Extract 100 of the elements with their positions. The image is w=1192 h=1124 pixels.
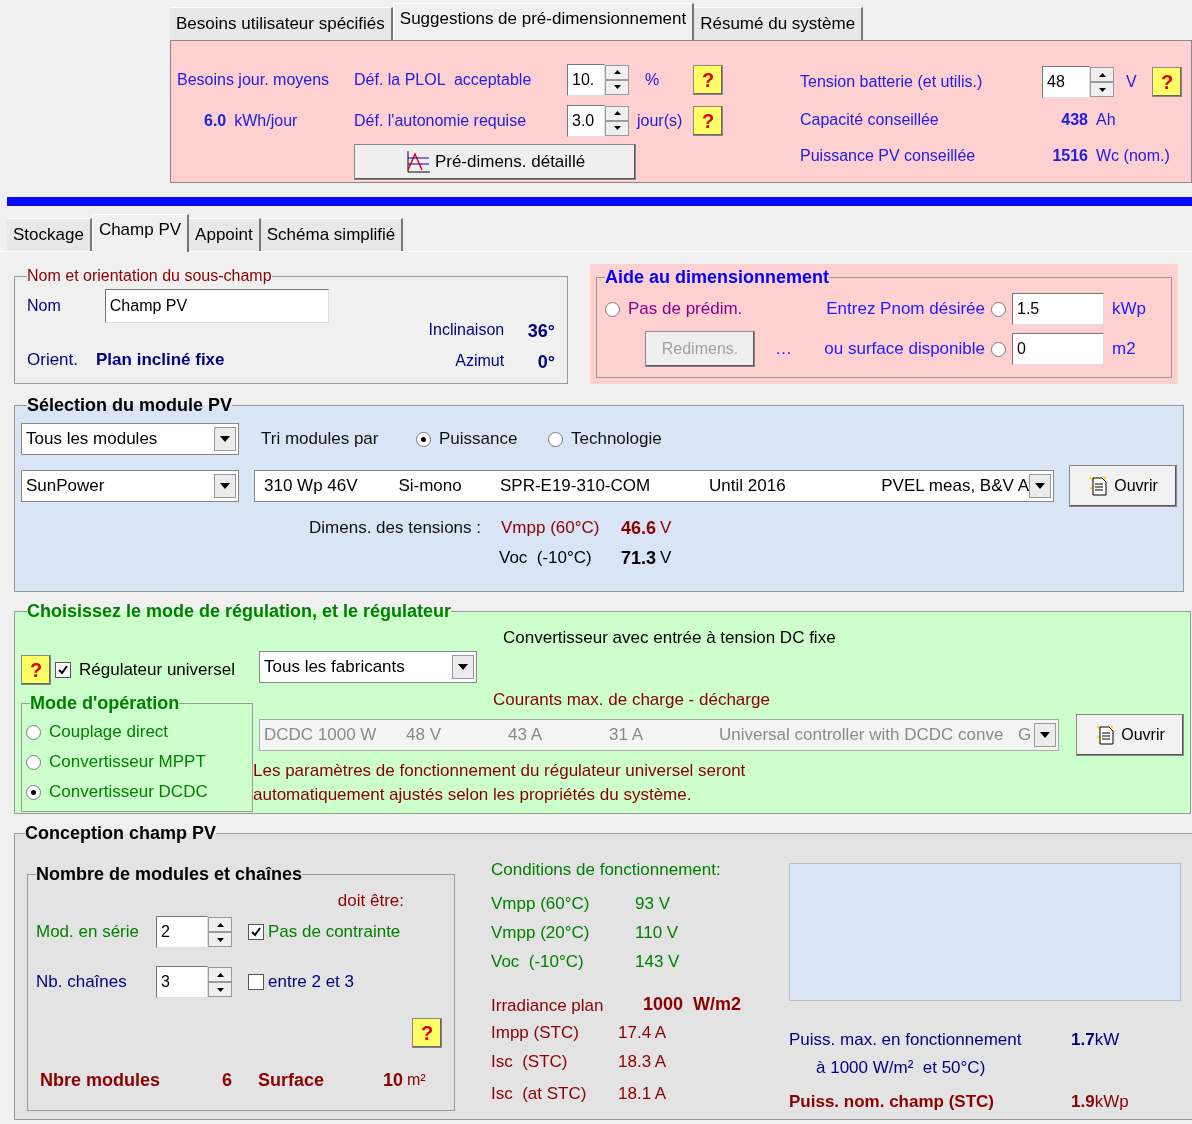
up-triangle-icon: [613, 111, 621, 115]
daily-needs-label: Besoins jour. moyens: [177, 69, 331, 90]
spin-down-button[interactable]: [208, 932, 232, 947]
series-label: Mod. en série: [36, 921, 140, 944]
help-button[interactable]: ?: [412, 1018, 442, 1048]
capacity-value: 438: [1060, 110, 1088, 130]
current-label: Isc (at STC): [491, 1083, 588, 1106]
orientation-value: Plan incliné fixe: [96, 348, 225, 371]
surface-unit: m2: [1111, 338, 1136, 361]
surface-field[interactable]: 0: [1012, 333, 1104, 365]
controller-manufacturer-dropdown[interactable]: Tous les fabricants: [259, 651, 477, 683]
radio-button[interactable]: [26, 754, 41, 770]
days-unit: jour(s): [635, 110, 684, 131]
module-filter-dropdown[interactable]: Tous les modules: [21, 423, 239, 455]
info-text: Les paramètres de fonctionnement du régulateur universel seront automatiquement ajustés selon les propriétés du système.: [253, 760, 747, 806]
current-label: Impp (STC): [491, 1021, 580, 1044]
irradiance-value: 1000 W/m2: [643, 993, 742, 1016]
tab[interactable]: Appoint: [189, 218, 261, 251]
radio-button[interactable]: [26, 784, 41, 800]
help-button[interactable]: ?: [21, 655, 51, 685]
down-triangle-icon: [216, 987, 224, 992]
up-triangle-icon: [216, 972, 224, 977]
help-button[interactable]: ?: [693, 105, 723, 136]
module-count-value: 6: [222, 1068, 233, 1092]
power-unit: kWp: [1111, 298, 1146, 321]
plol-field[interactable]: 10.: [567, 63, 605, 96]
orientation-label: Orient.: [27, 348, 79, 371]
tab[interactable]: Champ PV: [91, 214, 190, 252]
detailed-presizing-button[interactable]: Pré-dimens. détaillé: [354, 143, 636, 180]
voc-value: 71.3: [621, 546, 657, 570]
caret-icon: [1034, 723, 1056, 747]
voltage-sizing-label: Dimens. des tensions :: [308, 517, 481, 540]
tab[interactable]: Stockage: [7, 218, 92, 251]
radio-button[interactable]: [26, 724, 41, 740]
manufacturer-dropdown[interactable]: SunPower: [21, 470, 239, 502]
help-button[interactable]: ?: [1152, 67, 1182, 97]
conditions-title: Conditions de fonctionnement:: [491, 859, 722, 881]
group-title: Aide au dimensionnement: [605, 266, 830, 289]
autonomy-label: Déf. l'autonomie requise: [354, 110, 528, 131]
condition-value: 143 V: [635, 951, 680, 973]
radio-button[interactable]: [416, 431, 431, 447]
option-label: ou surface disponible: [823, 338, 985, 361]
surface-unit: m²: [406, 1070, 426, 1090]
max-power-conditions: à 1000 W/m² et 50°C): [815, 1057, 987, 1079]
up-triangle-icon: [613, 70, 621, 74]
power-field[interactable]: 1.5: [1012, 293, 1104, 325]
vmpp-label: Vmpp (60°C): [501, 517, 601, 540]
radio-button[interactable]: [605, 301, 620, 317]
spin-up-button[interactable]: [1090, 67, 1114, 82]
azimuth-value: 0°: [536, 351, 555, 374]
condition-label: Voc (-10°C): [491, 951, 585, 973]
radio-button[interactable]: [991, 301, 1006, 317]
nominal-power-value: 1.9: [1071, 1091, 1095, 1114]
radio-button[interactable]: [548, 431, 563, 447]
down-triangle-icon: [1098, 87, 1106, 92]
name-label: Nom: [27, 296, 61, 316]
pv-power-unit: Wc (nom.): [1095, 146, 1170, 166]
checkbox[interactable]: [55, 662, 71, 678]
tab[interactable]: Suggestions de pré-dimensionnement: [392, 3, 695, 41]
tab[interactable]: Besoins utilisateur spécifiés: [170, 7, 393, 40]
azimuth-label: Azimut: [454, 351, 505, 371]
strings-field[interactable]: 3: [156, 966, 208, 998]
tab[interactable]: Schéma simplifié: [260, 218, 404, 251]
group-title: Nom et orientation du sous-champ: [27, 266, 272, 286]
help-button[interactable]: ?: [693, 64, 723, 95]
spin-down-button[interactable]: [208, 982, 232, 997]
max-power-label: Puiss. max. en fonctionnement: [789, 1029, 1023, 1052]
caret-icon: [214, 474, 236, 498]
daily-needs-value: 6.0: [204, 110, 227, 131]
spin-up-button[interactable]: [605, 105, 629, 121]
surface-label: Surface: [258, 1068, 326, 1092]
autonomy-field[interactable]: 3.0: [567, 104, 605, 137]
irradiance-label: Irradiance plan: [491, 994, 605, 1017]
max-power-value: 1.7: [1071, 1029, 1095, 1052]
sort-label: Tri modules par: [261, 428, 380, 451]
checkbox[interactable]: [248, 974, 264, 990]
condition-value: 93 V: [635, 893, 670, 915]
mode-option-label: Couplage direct: [49, 721, 169, 744]
condition-label: Vmpp (60°C): [491, 893, 591, 915]
module-dropdown[interactable]: 310 Wp 46V Si-mono SPR-E19-310-COM Until 2016 PVEL meas, B&V A: [254, 470, 1054, 502]
group-title: Sélection du module PV: [27, 394, 233, 417]
tab[interactable]: Résumé du système: [694, 7, 864, 40]
open-button[interactable]: Ouvrir: [1076, 714, 1184, 756]
spin-up-button[interactable]: [208, 917, 232, 932]
percent-unit: %: [644, 69, 661, 90]
strings-label: Nb. chaînes: [36, 971, 128, 994]
spin-down-button[interactable]: [1090, 82, 1114, 97]
open-button[interactable]: Ouvrir: [1069, 465, 1177, 507]
vmpp-unit: V: [659, 517, 672, 540]
current-value: 18.3 A: [618, 1050, 667, 1073]
spin-up-button[interactable]: [605, 64, 629, 80]
chart-icon: [404, 149, 431, 174]
battery-voltage-field[interactable]: 48: [1042, 66, 1090, 98]
spin-up-button[interactable]: [208, 967, 232, 982]
name-field[interactable]: Champ PV: [104, 289, 329, 323]
radio-button[interactable]: [991, 341, 1006, 357]
series-field[interactable]: 2: [156, 916, 208, 948]
current-value: 17.4 A: [618, 1021, 667, 1044]
option-label: Pas de prédim.: [628, 298, 743, 321]
checkbox[interactable]: [248, 924, 264, 940]
